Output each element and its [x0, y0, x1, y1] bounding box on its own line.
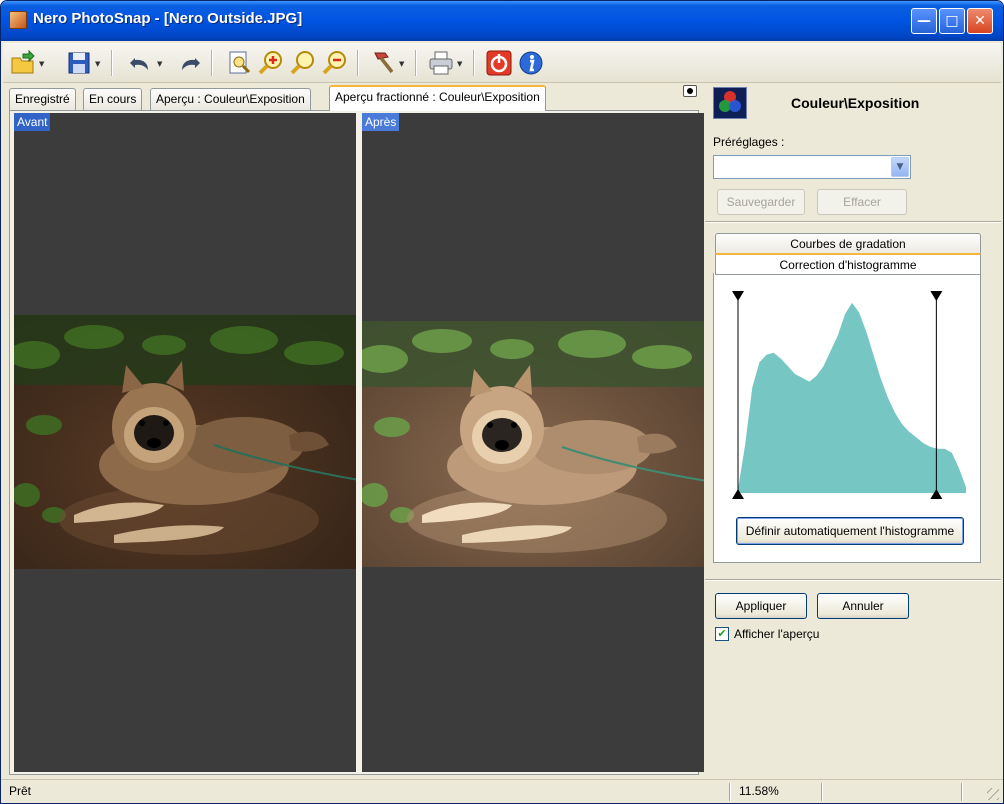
cancel-button[interactable]: Annuler: [817, 593, 909, 619]
tab-split-preview[interactable]: Aperçu fractionné : Couleur\Exposition: [329, 85, 546, 111]
window-title: Nero PhotoSnap - [Nero Outside.JPG]: [33, 10, 303, 27]
save-dropdown-icon[interactable]: ▼: [95, 61, 103, 68]
undo-icon[interactable]: [127, 49, 155, 77]
resize-grip[interactable]: [987, 788, 999, 800]
zoom-in-icon[interactable]: [257, 49, 285, 77]
left-black-point-handle[interactable]: [732, 291, 744, 301]
app-window: Nero PhotoSnap - [Nero Outside.JPG] — □ …: [0, 0, 1004, 804]
status-bar: Prêt 11.58%: [1, 779, 1003, 803]
auto-histogram-button[interactable]: Définir automatiquement l'histogramme: [736, 517, 964, 545]
after-pane: Après: [362, 113, 704, 772]
fit-page-icon[interactable]: [225, 49, 253, 77]
power-exit-icon[interactable]: [485, 49, 513, 77]
main-toolbar: ▼ ▼ ▼ ▼ ▼: [3, 43, 1001, 83]
undo-dropdown-icon[interactable]: ▼: [157, 61, 165, 68]
presets-label: Préréglages :: [713, 135, 785, 149]
zoom-actual-icon[interactable]: [289, 49, 317, 77]
tools-hammer-icon[interactable]: [369, 49, 397, 77]
after-label: Après: [362, 113, 400, 131]
chevron-down-icon[interactable]: ▼: [891, 157, 909, 177]
divider: [705, 221, 1001, 222]
status-text: Prêt: [9, 784, 32, 798]
open-folder-icon[interactable]: [9, 49, 37, 77]
presets-dropdown[interactable]: ▼: [713, 155, 911, 179]
tab-in-progress[interactable]: En cours: [83, 88, 143, 110]
save-icon[interactable]: [65, 49, 93, 77]
open-dropdown-icon[interactable]: ▼: [39, 61, 47, 68]
zoom-level: 11.58%: [739, 784, 779, 798]
view-tabs: Enregistré En cours Aperçu : Couleur\Exp…: [9, 85, 699, 111]
apply-button[interactable]: Appliquer: [715, 593, 807, 619]
split-preview-area: Avant Après: [9, 110, 704, 775]
tools-dropdown-icon[interactable]: ▼: [399, 61, 407, 68]
print-icon[interactable]: [427, 49, 455, 77]
info-icon[interactable]: [517, 49, 545, 77]
show-preview-checkbox[interactable]: ✔: [715, 627, 729, 641]
tab-saved[interactable]: Enregistré: [9, 88, 76, 110]
tab-gradation-curves[interactable]: Courbes de gradation: [715, 233, 981, 255]
after-photo: [362, 321, 704, 567]
title-bar[interactable]: Nero PhotoSnap - [Nero Outside.JPG] — □ …: [1, 1, 1003, 41]
color-exposure-icon: [713, 87, 747, 119]
before-pane: Avant: [14, 113, 356, 772]
histogram-panel: Définir automatiquement l'histogramme: [713, 273, 981, 563]
divider: [705, 579, 1001, 580]
maximize-button[interactable]: □: [939, 8, 965, 34]
show-preview-label: Afficher l'aperçu: [734, 627, 820, 641]
app-icon: [9, 11, 27, 29]
close-button[interactable]: ✕: [967, 8, 993, 34]
right-white-point-handle[interactable]: [930, 291, 943, 301]
print-dropdown-icon[interactable]: ▼: [457, 61, 465, 68]
zoom-out-icon[interactable]: [321, 49, 349, 77]
pin-icon[interactable]: [683, 85, 697, 97]
panel-title: Couleur\Exposition: [791, 95, 920, 111]
redo-icon[interactable]: [175, 49, 203, 77]
color-exposure-panel: Couleur\Exposition Préréglages : ▼ Sauve…: [705, 85, 1001, 775]
histogram-chart[interactable]: [730, 287, 970, 509]
tab-preview[interactable]: Aperçu : Couleur\Exposition: [150, 88, 311, 110]
before-photo: [14, 315, 356, 569]
minimize-button[interactable]: —: [911, 8, 937, 34]
tab-histogram-correction[interactable]: Correction d'histogramme: [715, 253, 981, 275]
save-preset-button[interactable]: Sauvegarder: [717, 189, 805, 215]
histogram-area: [738, 302, 966, 493]
delete-preset-button[interactable]: Effacer: [817, 189, 907, 215]
before-label: Avant: [14, 113, 51, 131]
